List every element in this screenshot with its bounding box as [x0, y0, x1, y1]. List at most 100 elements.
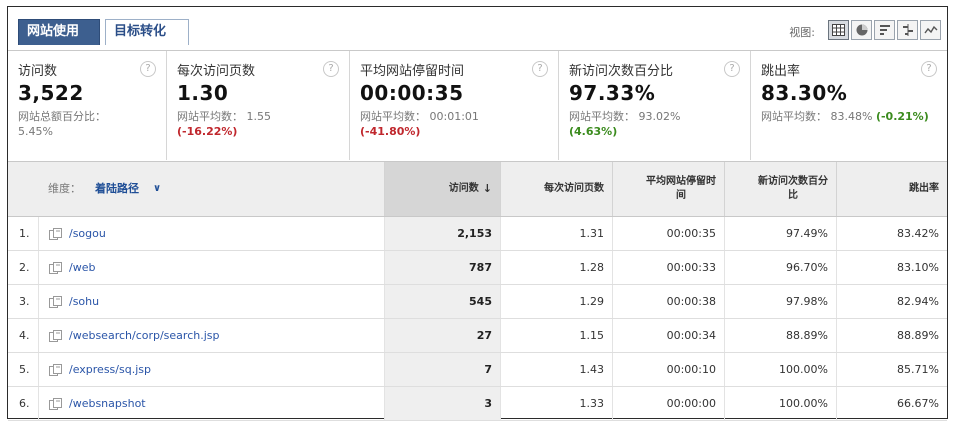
page-icon[interactable] [49, 295, 63, 308]
landing-page-cell[interactable]: /express/sq.jsp [38, 353, 384, 386]
metric-bounce-rate[interactable]: 跳出率 83.30% 网站平均数： 83.48% (-0.21%) ? [751, 51, 947, 160]
landing-page-link[interactable]: /sohu [69, 295, 99, 308]
landing-page-cell[interactable]: /websnapshot [38, 387, 384, 420]
table-body: 1. /sogou 2,153 1.31 00:00:35 97.49% 83.… [8, 217, 947, 421]
landing-page-cell[interactable]: /sohu [38, 285, 384, 318]
page-icon[interactable] [49, 329, 63, 342]
metric-diff: (-41.80%) [360, 125, 421, 138]
new-visits-cell: 100.00% [724, 353, 836, 386]
page-icon[interactable] [49, 227, 63, 240]
metric-sub-text: 网站平均数： 93.02% [569, 110, 681, 123]
row-index: 4. [19, 329, 30, 342]
metric-new-visits-pct[interactable]: 新访问次数百分比 97.33% 网站平均数： 93.02% (4.63%) ? [559, 51, 751, 160]
metric-value: 3,522 [18, 81, 84, 105]
avg-time-cell: 00:00:33 [612, 251, 724, 284]
trend-view-icon[interactable] [920, 20, 941, 40]
metric-sub: 网站平均数： 83.48% (-0.21%) [761, 109, 931, 124]
report-toolbar: 网站使用 目标转化 视图: [8, 7, 947, 50]
landing-page-cell[interactable]: /web [38, 251, 384, 284]
help-icon[interactable]: ? [140, 61, 156, 77]
help-icon[interactable]: ? [724, 61, 740, 77]
pages-per-visit-cell: 1.33 [500, 387, 612, 420]
pages-per-visit-cell: 1.31 [500, 217, 612, 250]
column-header-label: 访问数 [448, 183, 479, 194]
dimension-header: 维度： 着陆路径 ∨ [8, 162, 384, 216]
landing-page-link[interactable]: /websnapshot [69, 397, 146, 410]
dimension-label: 维度： [48, 182, 81, 195]
landing-page-link[interactable]: /sogou [69, 227, 106, 240]
avg-time-cell: 00:00:35 [612, 217, 724, 250]
page-icon[interactable] [49, 363, 63, 376]
metric-pages-per-visit[interactable]: 每次访问页数 1.30 网站平均数： 1.55 (-16.22%) ? [167, 51, 350, 160]
help-icon[interactable]: ? [532, 61, 548, 77]
chevron-down-icon[interactable]: ∨ [153, 182, 161, 196]
page-icon[interactable] [49, 261, 63, 274]
column-header-label: 每次访问页数 [544, 183, 604, 194]
metric-label: 跳出率 [761, 64, 801, 79]
tab-goal-conversion[interactable]: 目标转化 [105, 19, 189, 45]
column-header-avg-time[interactable]: 平均网站停留时间 [612, 162, 724, 216]
bounce-rate-cell: 83.10% [836, 251, 947, 284]
avg-time-cell: 00:00:10 [612, 353, 724, 386]
tab-site-usage[interactable]: 网站使用 [18, 19, 100, 45]
column-header-label: 跳出率 [909, 183, 939, 194]
metric-sub: 网站平均数： 93.02% (4.63%) [569, 109, 729, 139]
page-icon[interactable] [49, 397, 63, 410]
table-row: 2. /web 787 1.28 00:00:33 96.70% 83.10% [8, 251, 947, 285]
metric-diff: (-16.22%) [177, 125, 238, 138]
visits-cell: 27 [384, 319, 500, 352]
report-panel: 网站使用 目标转化 视图: 访问数 3,522 网站总额百分比： 5.45% ?… [7, 6, 948, 421]
new-visits-cell: 97.98% [724, 285, 836, 318]
metric-diff: (4.63%) [569, 125, 618, 138]
column-header-new-visits[interactable]: 新访问次数百分比 [724, 162, 836, 216]
bounce-rate-cell: 83.42% [836, 217, 947, 250]
visits-cell: 545 [384, 285, 500, 318]
metric-sub-text: 网站平均数： 00:01:01 [360, 110, 479, 123]
column-header-label: 新访问次数百分比 [758, 176, 828, 201]
table-row: 5. /express/sq.jsp 7 1.43 00:00:10 100.0… [8, 353, 947, 387]
landing-page-cell[interactable]: /sogou [38, 217, 384, 250]
metric-value: 83.30% [761, 81, 848, 105]
view-label: 视图: [789, 26, 815, 39]
metric-label: 新访问次数百分比 [569, 64, 674, 79]
metric-avg-time-on-site[interactable]: 平均网站停留时间 00:00:35 网站平均数： 00:01:01 (-41.8… [350, 51, 559, 160]
help-icon[interactable]: ? [323, 61, 339, 77]
new-visits-cell: 96.70% [724, 251, 836, 284]
comparison-view-icon[interactable] [897, 20, 918, 40]
pages-per-visit-cell: 1.15 [500, 319, 612, 352]
column-header-bounce-rate[interactable]: 跳出率 [836, 162, 947, 216]
column-header-visits[interactable]: 访问数 ↓ [384, 162, 500, 216]
metric-sub: 网站总额百分比： 5.45% [18, 109, 168, 139]
table-header: 维度： 着陆路径 ∨ 访问数 ↓ 每次访问页数 平均网站停留时间 新访问次数百分… [8, 161, 947, 217]
table-row: 1. /sogou 2,153 1.31 00:00:35 97.49% 83.… [8, 217, 947, 251]
metric-sub: 网站平均数： 1.55 (-16.22%) [177, 109, 327, 139]
pages-per-visit-cell: 1.43 [500, 353, 612, 386]
column-header-label: 平均网站停留时间 [646, 176, 716, 201]
help-icon[interactable]: ? [921, 61, 937, 77]
row-index: 3. [19, 295, 30, 308]
pie-view-icon[interactable] [851, 20, 872, 40]
visits-cell: 7 [384, 353, 500, 386]
bar-view-icon[interactable] [874, 20, 895, 40]
dimension-select[interactable]: 着陆路径 [95, 182, 139, 196]
metric-value: 97.33% [569, 81, 656, 105]
landing-page-link[interactable]: /express/sq.jsp [69, 363, 151, 376]
landing-page-link[interactable]: /websearch/corp/search.jsp [69, 329, 220, 342]
metric-value: 1.30 [177, 81, 229, 105]
bounce-rate-cell: 82.94% [836, 285, 947, 318]
visits-cell: 3 [384, 387, 500, 420]
table-view-icon[interactable] [828, 20, 849, 40]
column-header-pages-per-visit[interactable]: 每次访问页数 [500, 162, 612, 216]
avg-time-cell: 00:00:34 [612, 319, 724, 352]
metric-diff: (-0.21%) [875, 110, 929, 123]
landing-page-cell[interactable]: /websearch/corp/search.jsp [38, 319, 384, 352]
row-index: 6. [19, 397, 30, 410]
landing-page-link[interactable]: /web [69, 261, 95, 274]
avg-time-cell: 00:00:38 [612, 285, 724, 318]
metric-visits[interactable]: 访问数 3,522 网站总额百分比： 5.45% ? [8, 51, 167, 160]
table-row: 3. /sohu 545 1.29 00:00:38 97.98% 82.94% [8, 285, 947, 319]
metric-label: 平均网站停留时间 [360, 64, 465, 79]
pages-per-visit-cell: 1.28 [500, 251, 612, 284]
bounce-rate-cell: 85.71% [836, 353, 947, 386]
row-index: 2. [19, 261, 30, 274]
